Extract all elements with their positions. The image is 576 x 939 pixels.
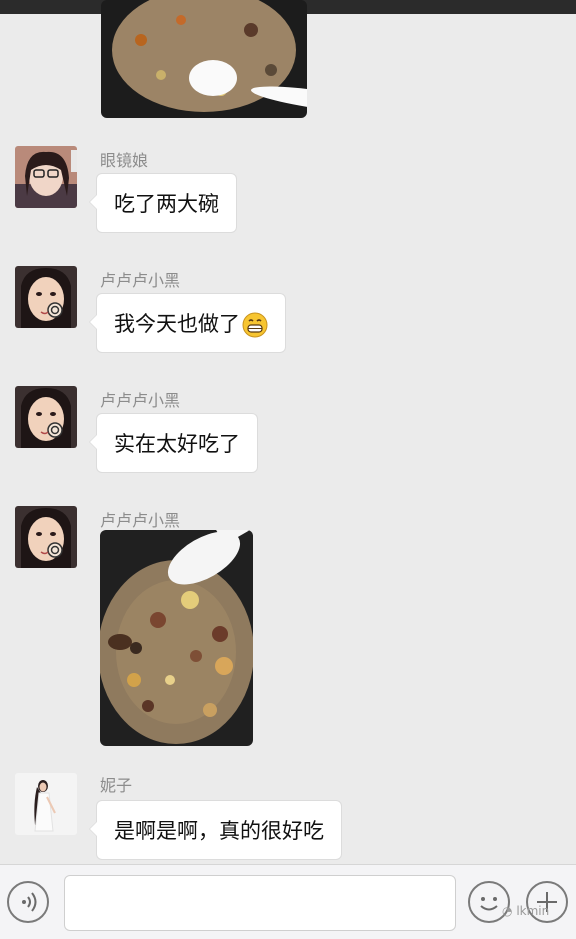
chat-bubble[interactable]: 实在太好吃了 — [89, 413, 258, 473]
avatar[interactable] — [15, 266, 77, 328]
chat-bubble[interactable]: 是啊是啊，真的很好吃 — [89, 800, 342, 860]
message-text: 吃了两大碗 — [114, 192, 219, 216]
avatar[interactable] — [15, 386, 77, 448]
message-text: 我今天也做了 — [114, 312, 240, 336]
voice-icon — [22, 892, 37, 912]
sender-name: 眼镜娘 — [100, 151, 149, 170]
watermark-text: lkmin — [516, 904, 550, 918]
message-text: 实在太好吃了 — [114, 432, 240, 456]
watermark-icon: ◔ — [502, 904, 513, 918]
message-text: 是啊是啊，真的很好吃 — [114, 819, 324, 843]
chat-input-bar — [0, 864, 576, 939]
grinning-emoji-icon — [242, 312, 268, 338]
chat-bubble[interactable]: 我今天也做了 — [89, 293, 286, 353]
avatar[interactable] — [15, 773, 77, 835]
watermark: ◔ lkmin — [502, 904, 549, 918]
chat-bubble[interactable]: 吃了两大碗 — [89, 173, 237, 233]
sender-name: 卢卢卢小黑 — [100, 511, 181, 530]
fried-rice-photo-top[interactable] — [101, 0, 307, 118]
avatar[interactable] — [15, 506, 77, 568]
avatar[interactable] — [15, 146, 77, 208]
message-input[interactable] — [64, 875, 456, 931]
fried-rice-photo[interactable] — [100, 530, 253, 746]
voice-input-button[interactable] — [7, 881, 49, 923]
sender-name: 妮子 — [100, 776, 133, 795]
sender-name: 卢卢卢小黑 — [100, 271, 181, 290]
sender-name: 卢卢卢小黑 — [100, 391, 181, 410]
